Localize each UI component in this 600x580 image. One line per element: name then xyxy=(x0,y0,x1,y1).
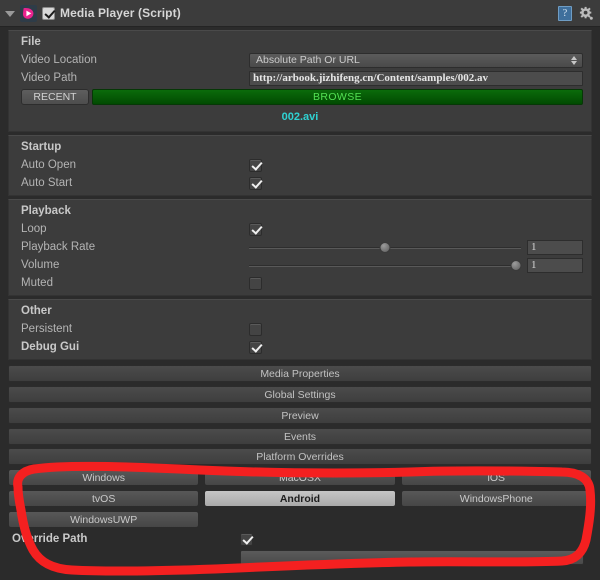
loop-checkbox[interactable] xyxy=(249,222,262,236)
platform-button-tvos[interactable]: tvOS xyxy=(8,490,200,507)
chevron-updown-icon xyxy=(571,55,578,66)
platform-overrides-grid: Windows MacOSX iOS tvOS Android WindowsP… xyxy=(8,469,592,528)
video-path-row: Video Path http://arbook.jizhifeng.cn/Co… xyxy=(9,69,591,87)
playback-rate-slider-thumb[interactable] xyxy=(379,241,391,253)
override-path-label: Override Path xyxy=(12,533,88,545)
other-group: Other Persistent Debug Gui xyxy=(8,299,592,360)
auto-open-label: Auto Open xyxy=(21,159,76,171)
debug-gui-label: Debug Gui xyxy=(21,341,80,353)
playback-rate-row: Playback Rate 1 xyxy=(9,238,591,256)
file-actions-row: RECENT BROWSE xyxy=(9,87,591,107)
component-title: Media Player (Script) xyxy=(60,6,181,20)
platform-overrides-section: Platform Overrides Windows MacOSX iOS tv… xyxy=(8,448,592,528)
video-location-dropdown[interactable]: Absolute Path Or URL xyxy=(249,52,583,68)
platform-overrides-title[interactable]: Platform Overrides xyxy=(8,448,592,465)
persistent-row: Persistent xyxy=(9,320,591,338)
loop-row: Loop xyxy=(9,220,591,238)
unity-inspector-panel: Media Player (Script) ? File Video Locat… xyxy=(0,0,600,580)
startup-group: Startup Auto Open Auto Start xyxy=(8,135,592,196)
volume-row: Volume 1 xyxy=(9,256,591,274)
muted-label: Muted xyxy=(21,277,53,289)
auto-open-checkbox[interactable] xyxy=(249,158,262,172)
persistent-label: Persistent xyxy=(21,323,73,335)
volume-label: Volume xyxy=(21,259,60,271)
clipped-row xyxy=(8,548,592,566)
volume-slider-track xyxy=(249,264,521,267)
platform-button-ios[interactable]: iOS xyxy=(400,469,592,486)
auto-start-label: Auto Start xyxy=(21,177,73,189)
video-location-value: Absolute Path Or URL xyxy=(256,54,360,66)
recent-button[interactable]: RECENT xyxy=(21,89,89,105)
platform-button-macosx[interactable]: MacOSX xyxy=(204,469,396,486)
platform-button-windowsuwp[interactable]: WindowsUWP xyxy=(8,511,200,528)
muted-checkbox[interactable] xyxy=(249,276,262,290)
help-book-icon[interactable]: ? xyxy=(558,5,572,21)
other-group-title: Other xyxy=(21,305,52,317)
component-enabled-checkbox[interactable] xyxy=(42,6,55,20)
preview-button[interactable]: Preview xyxy=(8,407,592,424)
video-path-label: Video Path xyxy=(21,72,78,84)
gear-icon[interactable] xyxy=(579,6,594,21)
auto-open-row: Auto Open xyxy=(9,156,591,174)
media-player-script-icon xyxy=(20,4,37,22)
video-location-row: Video Location Absolute Path Or URL xyxy=(9,51,591,69)
clipped-row-dropdown[interactable] xyxy=(240,549,584,565)
override-path-section: Override Path xyxy=(8,530,592,566)
volume-value[interactable]: 1 xyxy=(527,257,583,273)
volume-slider[interactable] xyxy=(249,259,522,272)
playback-rate-label: Playback Rate xyxy=(21,241,96,253)
persistent-checkbox[interactable] xyxy=(249,322,262,336)
global-settings-button[interactable]: Global Settings xyxy=(8,386,592,403)
platform-button-android[interactable]: Android xyxy=(204,490,396,507)
override-path-row: Override Path xyxy=(8,530,592,548)
override-path-checkbox[interactable] xyxy=(240,532,253,546)
playback-group: Playback Loop Playback Rate 1 Volume 1 M… xyxy=(8,199,592,296)
auto-start-row: Auto Start xyxy=(9,174,591,192)
startup-group-title: Startup xyxy=(21,141,62,153)
foldout-expanded-icon[interactable] xyxy=(4,8,15,19)
chevron-updown-icon xyxy=(572,552,579,563)
video-location-label: Video Location xyxy=(21,54,97,66)
video-path-input[interactable]: http://arbook.jizhifeng.cn/Content/sampl… xyxy=(249,70,583,86)
loop-label: Loop xyxy=(21,223,47,235)
component-header[interactable]: Media Player (Script) ? xyxy=(0,0,600,27)
muted-row: Muted xyxy=(9,274,591,292)
playback-rate-slider[interactable] xyxy=(249,241,521,254)
auto-start-checkbox[interactable] xyxy=(249,176,262,190)
volume-slider-thumb[interactable] xyxy=(510,259,522,271)
playback-group-title: Playback xyxy=(21,205,71,217)
events-button[interactable]: Events xyxy=(8,428,592,445)
header-icons: ? xyxy=(558,5,594,21)
loaded-filename: 002.avi xyxy=(281,111,319,123)
platform-button-windowsphone[interactable]: WindowsPhone xyxy=(400,490,592,507)
file-group: File Video Location Absolute Path Or URL… xyxy=(8,30,592,132)
media-properties-button[interactable]: Media Properties xyxy=(8,365,592,382)
debug-gui-row: Debug Gui xyxy=(9,338,591,356)
browse-button[interactable]: BROWSE xyxy=(92,89,583,105)
debug-gui-checkbox[interactable] xyxy=(249,340,262,354)
playback-rate-value[interactable]: 1 xyxy=(527,239,583,255)
platform-button-windows[interactable]: Windows xyxy=(8,469,200,486)
file-group-title: File xyxy=(21,36,41,48)
